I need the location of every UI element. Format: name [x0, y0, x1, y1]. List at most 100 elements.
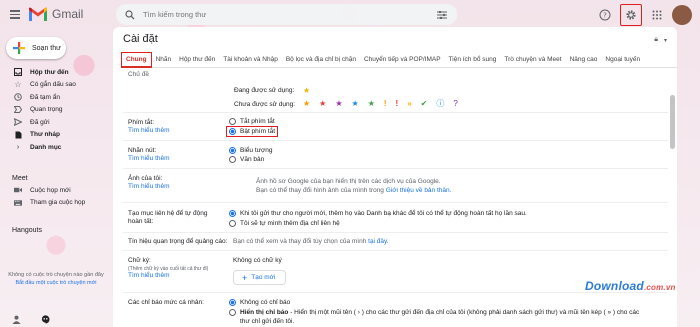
tab-advanced[interactable]: Nâng cao	[566, 53, 602, 66]
shortcuts-on-radio[interactable]	[229, 128, 236, 135]
video-icon	[14, 186, 22, 194]
check-icon[interactable]: ✔	[421, 100, 428, 108]
meet-new-meeting[interactable]: Cuộc họp mới	[0, 184, 110, 197]
cutoff-row-label: Chủ đề	[128, 71, 149, 78]
search-icon[interactable]	[121, 6, 139, 24]
shortcuts-off-option[interactable]: Tắt phím tắt	[229, 118, 275, 125]
clock-icon	[14, 93, 22, 102]
tab-inbox[interactable]: Hộp thư đến	[175, 53, 219, 66]
icons-radio[interactable]	[229, 147, 236, 154]
shortcuts-row: Phím tắt: Tìm hiểu thêm Tắt phím tắt Bật…	[123, 113, 668, 141]
top-bar: Gmail ?	[0, 0, 700, 30]
sidebar-item-drafts[interactable]: Thư nháp	[0, 129, 110, 142]
exclamation-icon[interactable]: !	[396, 100, 399, 108]
tab-filters[interactable]: Bộ lọc và địa chỉ bị chặn	[282, 53, 360, 66]
search-bar[interactable]	[116, 4, 457, 25]
star-icon[interactable]: ★	[303, 100, 310, 108]
settings-button[interactable]	[620, 4, 642, 26]
shortcuts-off-radio[interactable]	[229, 118, 236, 125]
tab-general[interactable]: Chung	[121, 51, 152, 68]
meet-join-meeting[interactable]: Tham gia cuộc họp	[0, 197, 110, 210]
dropdown-arrow-icon[interactable]: ▾	[664, 37, 667, 44]
compose-label: Soạn thư	[32, 44, 61, 52]
keyboard-icon	[14, 199, 22, 207]
shortcuts-learn-more-link[interactable]: Tìm hiểu thêm	[128, 127, 170, 135]
search-options-icon[interactable]	[435, 8, 449, 22]
person-icon[interactable]	[12, 315, 21, 326]
autocomplete-manual-radio[interactable]	[229, 220, 236, 227]
hangouts-toolbar	[12, 315, 50, 326]
tab-chat-meet[interactable]: Trò chuyện và Meet	[500, 53, 565, 66]
about-me-link[interactable]: Giới thiệu về bản thân.	[386, 187, 452, 194]
autocomplete-auto-option[interactable]: Khi tôi gửi thư cho người mới, thêm họ v…	[229, 210, 527, 217]
stars-not-in-use-label: Chưa được sử dụng:	[234, 101, 296, 108]
app-name: Gmail	[52, 7, 84, 21]
no-signature-text: Không có chữ ký	[233, 257, 282, 264]
create-signature-button[interactable]: + Tạo mới	[233, 270, 287, 285]
tab-addons[interactable]: Tiện ích bổ sung	[445, 53, 501, 66]
sidebar-item-important[interactable]: Quan trọng	[0, 104, 110, 117]
search-input[interactable]	[143, 10, 435, 19]
indicators-label: Các chỉ báo mức cá nhân:	[128, 299, 204, 306]
sidebar-item-categories[interactable]: › Danh mục	[0, 141, 110, 154]
settings-scrollbar[interactable]	[670, 95, 675, 149]
gmail-logo[interactable]: Gmail	[28, 5, 83, 23]
stars-row: Đang được sử dụng: ★ Chưa được sử dụng: …	[123, 81, 668, 113]
sidebar-item-sent[interactable]: Đã gửi	[0, 116, 110, 129]
text-radio[interactable]	[229, 156, 236, 163]
star-icon[interactable]: ★	[319, 100, 326, 108]
lock-icon: 🔒︎	[654, 36, 658, 43]
draft-icon	[14, 131, 22, 139]
my-picture-change-info: Bạn có thể thay đổi hình ảnh của mình tr…	[256, 187, 452, 194]
sidebar-item-inbox[interactable]: Hộp thư đến	[0, 66, 110, 79]
gear-icon	[626, 10, 636, 20]
my-picture-row: Ảnh của tôi: Tìm hiểu thêm Ảnh hồ sơ Goo…	[123, 169, 668, 203]
show-indicators-radio[interactable]	[229, 309, 236, 316]
tab-labels[interactable]: Nhãn	[152, 53, 176, 66]
apps-grid-icon	[652, 10, 662, 20]
exclamation-icon[interactable]: »	[407, 100, 411, 108]
compose-button[interactable]: Soạn thư	[6, 37, 66, 59]
button-labels-text-option[interactable]: Văn bản	[229, 156, 264, 163]
autocomplete-manual-option[interactable]: Tôi sẽ tự mình thêm địa chỉ liên hệ	[229, 220, 340, 227]
hangouts-section: Hangouts	[0, 227, 110, 234]
apps-button[interactable]	[646, 4, 668, 26]
star-icon[interactable]: ★	[303, 87, 310, 95]
signature-learn-more-link[interactable]: Tìm hiểu thêm	[128, 272, 170, 280]
tab-forwarding[interactable]: Chuyển tiếp và POP/IMAP	[360, 53, 445, 66]
gmail-m-icon	[29, 7, 47, 21]
ads-label: Tín hiệu quan trọng để quảng cáo:	[128, 238, 228, 245]
show-indicators-option[interactable]: Hiển thị chỉ báo - Hiển thị một mũi tên …	[229, 308, 649, 326]
shortcuts-on-option[interactable]: Bật phím tắt	[226, 126, 279, 137]
page-title: Cài đặt	[123, 33, 158, 45]
no-indicators-radio[interactable]	[229, 299, 236, 306]
signature-label: Chữ ký:	[128, 257, 151, 264]
tab-offline[interactable]: Ngoại tuyến	[601, 53, 644, 66]
star-icon[interactable]: ★	[352, 100, 359, 108]
plus-icon: +	[242, 272, 248, 283]
main-menu-button[interactable]	[8, 7, 22, 21]
star-icon[interactable]: ★	[335, 100, 342, 108]
start-chat-link[interactable]: Bắt đầu một cuộc trò chuyện mới	[8, 279, 104, 287]
ads-settings-link[interactable]: tại đây.	[368, 238, 388, 245]
autocomplete-label: Tạo mục liên hệ để tự động hoàn tất:	[128, 210, 208, 225]
stars-not-in-use: ★ ★ ★ ★ ★ ! ! » ✔ ⓘ ?	[303, 100, 458, 108]
hangouts-icon[interactable]	[41, 315, 50, 326]
account-avatar[interactable]	[672, 5, 692, 25]
star-icon[interactable]: ★	[368, 100, 375, 108]
tab-accounts-import[interactable]: Tài khoản và Nhập	[219, 53, 282, 66]
info-icon[interactable]: ⓘ	[436, 100, 444, 108]
ads-row: Tín hiệu quan trọng để quảng cáo: Bạn có…	[123, 233, 668, 251]
button-labels-learn-more-link[interactable]: Tìm hiểu thêm	[128, 155, 170, 163]
sidebar-item-snoozed[interactable]: Đã tạm ẩn	[0, 91, 110, 104]
exclamation-icon[interactable]: !	[384, 100, 387, 108]
my-picture-learn-more-link[interactable]: Tìm hiểu thêm	[128, 183, 170, 191]
chevron-right-icon: ›	[16, 143, 20, 151]
sidebar-item-starred[interactable]: ☆ Có gắn dấu sao	[0, 79, 110, 92]
autocomplete-auto-radio[interactable]	[229, 210, 236, 217]
question-icon[interactable]: ?	[453, 100, 457, 108]
autocomplete-row: Tạo mục liên hệ để tự động hoàn tất: Khi…	[123, 203, 668, 233]
button-labels-icons-option[interactable]: Biểu tượng	[229, 147, 272, 154]
no-indicators-option[interactable]: Không có chỉ báo	[229, 299, 290, 306]
help-button[interactable]: ?	[594, 4, 616, 26]
